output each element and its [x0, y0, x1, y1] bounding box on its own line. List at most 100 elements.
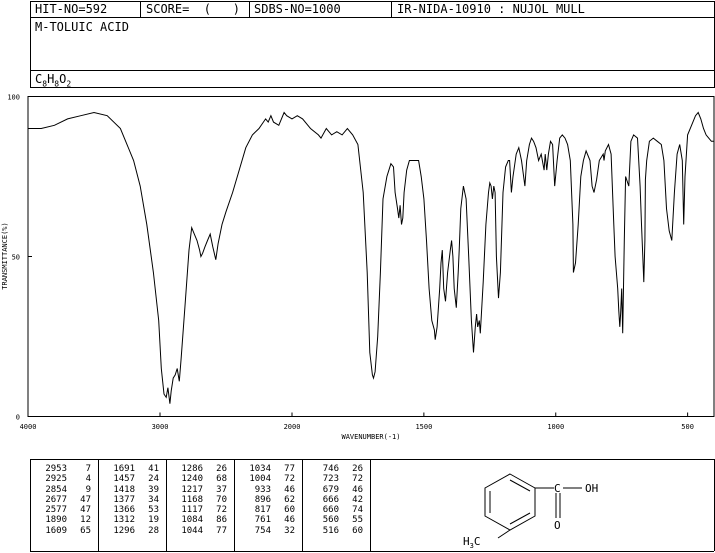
peak-row: 2925 4 [37, 474, 91, 484]
x-tick-label: 500 [681, 423, 694, 431]
plot-frame [27, 96, 715, 417]
peak-row: 666 42 [309, 495, 363, 505]
x-tick-label: 1500 [415, 423, 432, 431]
peak-wavenumber: 1377 [113, 494, 135, 505]
compound-name: M-TOLUIC ACID [35, 20, 129, 34]
peak-wavenumber: 2925 [45, 474, 67, 485]
peak-transmittance: 42 [352, 494, 363, 505]
peak-transmittance: 9 [85, 484, 91, 495]
peak-wavenumber: 746 [322, 464, 339, 474]
peak-transmittance: 28 [148, 525, 159, 536]
hit-number: HIT-NO=592 [35, 2, 108, 16]
peak-transmittance: 26 [352, 464, 363, 474]
x-axis-label: WAVENUMBER(-1) [341, 433, 400, 441]
peak-transmittance: 60 [352, 525, 363, 536]
peak-column-1: 2953 7 2925 4 2854 9 2677 47 2577 47 1890 12 1609 65 [37, 464, 91, 536]
spectrum-line [28, 111, 714, 404]
peak-row: 1286 26 [173, 464, 227, 474]
peak-column-3: 1286 26 1240 68 1217 37 1168 70 1117 72 1084 86 1044… [173, 464, 227, 536]
peak-transmittance: 32 [284, 525, 295, 536]
peak-transmittance: 24 [148, 474, 159, 485]
peak-row: 1117 72 [173, 505, 227, 515]
peak-column-2: 1691 41 1457 24 1418 39 1377 34 1366 53 1312 19 1296… [105, 464, 159, 536]
peak-wavenumber: 2677 [45, 494, 67, 505]
peak-row: 2577 47 [37, 505, 91, 515]
peak-transmittance: 37 [216, 484, 227, 495]
peak-row: 1418 39 [105, 485, 159, 495]
peak-wavenumber: 1044 [181, 525, 203, 536]
peak-wavenumber: 1296 [113, 525, 135, 536]
peak-row: 1691 41 [105, 464, 159, 474]
peak-wavenumber: 1890 [45, 515, 67, 526]
sdbs-number: SDBS-NO=1000 [254, 2, 341, 16]
peak-transmittance: 60 [284, 505, 295, 516]
peak-row: 660 74 [309, 505, 363, 515]
peak-wavenumber: 761 [254, 515, 271, 526]
peak-transmittance: 12 [80, 515, 91, 526]
peak-wavenumber: 1609 [45, 525, 67, 536]
score-field: SCORE= ( ) [146, 2, 240, 16]
peak-wavenumber: 660 [322, 505, 339, 516]
peak-transmittance: 72 [284, 474, 295, 485]
y-tick-label: 100 [7, 94, 20, 102]
peak-row: 679 46 [309, 485, 363, 495]
peak-wavenumber: 2953 [45, 464, 67, 474]
peak-transmittance: 74 [352, 505, 363, 516]
peak-row: 746 26 [309, 464, 363, 474]
peak-row: 723 72 [309, 474, 363, 484]
peak-transmittance: 55 [352, 515, 363, 526]
carboxyl-carbon-label: C [554, 482, 561, 495]
peak-transmittance: 77 [216, 525, 227, 536]
peak-transmittance: 34 [148, 494, 159, 505]
peak-wavenumber: 1168 [181, 494, 203, 505]
peak-wavenumber: 1084 [181, 515, 203, 526]
x-tick-label: 4000 [20, 423, 37, 431]
peak-wavenumber: 560 [322, 515, 339, 526]
peak-transmittance: 46 [284, 515, 295, 526]
peak-wavenumber: 1286 [181, 464, 203, 474]
peak-column-4: 1034 77 1004 72 933 46 896 62 817 60 761 46 754 32 [241, 464, 295, 536]
peak-row: 2677 47 [37, 495, 91, 505]
peak-wavenumber: 933 [254, 484, 271, 495]
peak-row: 516 60 [309, 526, 363, 536]
peak-transmittance: 86 [216, 515, 227, 526]
peak-transmittance: 70 [216, 494, 227, 505]
peak-wavenumber: 1312 [113, 515, 135, 526]
peak-transmittance: 39 [148, 484, 159, 495]
peak-row: 1377 34 [105, 495, 159, 505]
peak-transmittance: 72 [216, 505, 227, 516]
peak-wavenumber: 1117 [181, 505, 203, 516]
peak-wavenumber: 666 [322, 494, 339, 505]
peak-transmittance: 72 [352, 474, 363, 485]
peak-row: 1366 53 [105, 505, 159, 515]
peak-transmittance: 77 [284, 464, 295, 474]
peak-wavenumber: 679 [322, 484, 339, 495]
peak-wavenumber: 723 [322, 474, 339, 485]
peak-row: 1890 12 [37, 515, 91, 525]
peak-row: 1044 77 [173, 526, 227, 536]
carbonyl-oxygen-label: O [554, 519, 561, 532]
peak-row: 1312 19 [105, 515, 159, 525]
x-tick-label: 1000 [547, 423, 564, 431]
peak-row: 2854 9 [37, 485, 91, 495]
peak-row: 1217 37 [173, 485, 227, 495]
peak-wavenumber: 1366 [113, 505, 135, 516]
peak-row: 2953 7 [37, 464, 91, 474]
peak-transmittance: 19 [148, 515, 159, 526]
peak-wavenumber: 1240 [181, 474, 203, 485]
x-tick-label: 2000 [284, 423, 301, 431]
peak-transmittance: 62 [284, 494, 295, 505]
peak-wavenumber: 1457 [113, 474, 135, 485]
peak-wavenumber: 1217 [181, 484, 203, 495]
peak-row: 1296 28 [105, 526, 159, 536]
peak-wavenumber: 2854 [45, 484, 67, 495]
peak-transmittance: 4 [85, 474, 91, 485]
molecular-structure: C OH O H3C [463, 473, 598, 550]
peak-row: 817 60 [241, 505, 295, 515]
peak-row: 1084 86 [173, 515, 227, 525]
peak-row: 754 32 [241, 526, 295, 536]
hydroxyl-label: OH [585, 482, 598, 495]
peak-wavenumber: 896 [254, 494, 271, 505]
peak-wavenumber: 754 [254, 525, 271, 536]
y-tick-label: 0 [16, 414, 20, 422]
